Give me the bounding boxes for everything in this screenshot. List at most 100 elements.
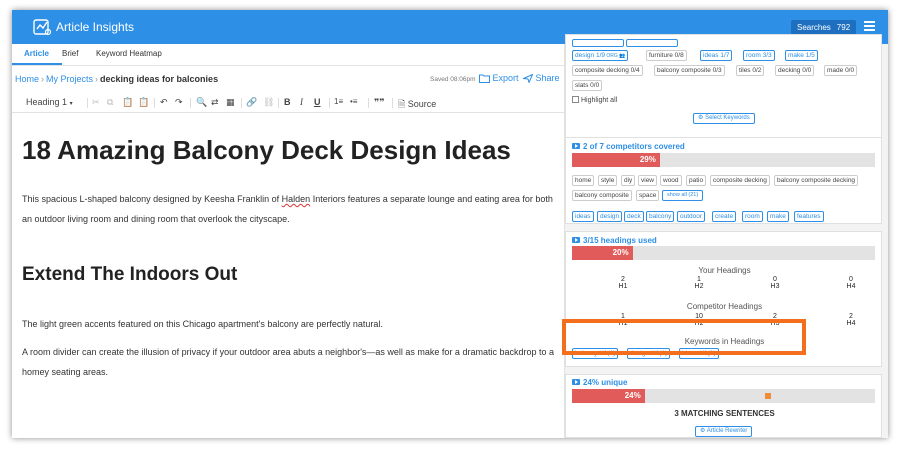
keyword-chip-cut[interactable] bbox=[572, 39, 624, 47]
article-heading-2[interactable]: Extend The Indoors Out bbox=[22, 264, 237, 286]
source-label: Source bbox=[407, 99, 437, 109]
keyword-chip[interactable]: ideas 1/7 bbox=[700, 50, 733, 61]
keyword-chip[interactable]: balcony composite 0/3 bbox=[654, 65, 725, 76]
underline-icon[interactable]: U bbox=[314, 97, 321, 107]
blockquote-icon[interactable]: ❞❞ bbox=[374, 97, 385, 108]
breadcrumb: Home › My Projects › decking ideas for balco… bbox=[15, 74, 219, 84]
export-button[interactable]: Export bbox=[479, 73, 519, 83]
term-chip[interactable]: view bbox=[638, 175, 658, 186]
term-chip[interactable]: home bbox=[572, 175, 595, 186]
keyword-chip[interactable]: balcony bbox=[646, 211, 675, 222]
bold-icon[interactable]: B bbox=[284, 97, 291, 107]
share-button[interactable]: Share bbox=[521, 73, 560, 84]
heading-count: 0 H4 bbox=[846, 276, 856, 290]
find-icon[interactable]: 🔍 bbox=[196, 97, 207, 108]
keyword-chip[interactable]: outdoor bbox=[677, 211, 706, 222]
bulleted-list-icon[interactable]: •≡ bbox=[350, 97, 357, 106]
play-icon bbox=[572, 237, 580, 243]
unlink-icon[interactable]: ⛓ bbox=[263, 97, 274, 108]
gear-icon: ⚙ bbox=[700, 428, 706, 434]
keyword-chip[interactable]: decking 0/0 bbox=[775, 65, 815, 76]
keyword-chip[interactable]: room 3/3 bbox=[743, 50, 775, 61]
heading-count: 2 H4 bbox=[846, 313, 856, 327]
keyword-chip[interactable]: design 1/9 ORG 👥 bbox=[572, 50, 629, 61]
term-chip[interactable]: style bbox=[598, 175, 618, 186]
headings-title: 3/15 headings used bbox=[572, 236, 657, 245]
saved-status: Saved 08:06pm bbox=[430, 76, 476, 83]
term-chip[interactable]: balcony composite bbox=[572, 190, 632, 201]
replace-icon[interactable]: ⇄ bbox=[211, 97, 219, 108]
keyword-chip-cut[interactable] bbox=[626, 39, 678, 47]
term-chip[interactable]: balcony composite decking bbox=[774, 175, 859, 186]
keyword-chip[interactable]: furniture 0/8 bbox=[646, 50, 687, 61]
competitors-progress-bar: 29% bbox=[572, 153, 875, 167]
uniqueness-title: 24% unique bbox=[572, 378, 627, 387]
tab-keyword-heatmap[interactable]: Keyword Heatmap bbox=[96, 49, 162, 58]
play-icon bbox=[572, 379, 580, 385]
source-button[interactable]: 🗎 Source bbox=[398, 97, 436, 113]
article-paragraph[interactable]: This spacious L-shaped balcony designed … bbox=[22, 189, 562, 229]
breadcrumb-home[interactable]: Home bbox=[15, 74, 39, 84]
keyword-chip[interactable]: make 1/5 bbox=[785, 50, 818, 61]
source-icon: 🗎 bbox=[398, 99, 406, 109]
term-chip[interactable]: composite decking bbox=[710, 175, 770, 186]
share-label: Share bbox=[535, 73, 560, 83]
keyword-chip[interactable]: features bbox=[794, 211, 824, 222]
paste-icon[interactable]: 📋 bbox=[122, 97, 133, 108]
uniqueness-progress-bar: 24% bbox=[572, 389, 875, 403]
article-editor[interactable]: 18 Amazing Balcony Deck Design Ideas Thi… bbox=[12, 114, 564, 438]
article-rewriter-button[interactable]: ⚙ Article Rewriter bbox=[695, 426, 753, 437]
uniqueness-card: 24% unique 24% 3 MATCHING SENTENCES ⚙ Ar… bbox=[565, 374, 882, 438]
paste-text-icon[interactable]: 📋 bbox=[138, 97, 149, 108]
export-label: Export bbox=[492, 73, 519, 83]
tab-article[interactable]: Article bbox=[24, 49, 49, 58]
keyword-chip[interactable]: tiles 0/2 bbox=[736, 65, 765, 76]
tab-brief[interactable]: Brief bbox=[62, 49, 78, 58]
article-paragraph[interactable]: A room divider can create the illusion o… bbox=[22, 342, 562, 382]
keyword-chip[interactable]: made 0/0 bbox=[824, 65, 858, 76]
heading-count: 1 H2 bbox=[694, 276, 704, 290]
progress-fill: 29% bbox=[572, 153, 660, 167]
folder-icon bbox=[479, 74, 490, 83]
show-all-terms-button[interactable]: show all (21) bbox=[662, 190, 704, 201]
keyword-chip[interactable]: make bbox=[767, 211, 789, 222]
competitor-headings-label: Competitor Headings bbox=[686, 302, 763, 311]
term-chip[interactable]: space bbox=[636, 190, 660, 201]
undo-icon[interactable]: ↶ bbox=[160, 97, 168, 108]
redo-icon[interactable]: ↷ bbox=[175, 97, 183, 108]
highlight-all-checkbox[interactable]: Highlight all bbox=[572, 96, 617, 104]
article-paragraph[interactable]: The light green accents featured on this… bbox=[22, 314, 562, 334]
hamburger-menu-icon[interactable] bbox=[864, 21, 875, 32]
matching-sentences: 3 MATCHING SENTENCES bbox=[674, 409, 775, 418]
term-chip[interactable]: wood bbox=[660, 175, 682, 186]
spelling-error[interactable]: Halden bbox=[282, 194, 311, 204]
link-icon[interactable]: 🔗 bbox=[246, 97, 257, 108]
article-heading-1[interactable]: 18 Amazing Balcony Deck Design Ideas bbox=[22, 135, 511, 166]
editor-tabs: Article Brief Keyword Heatmap bbox=[12, 44, 564, 66]
breadcrumb-projects[interactable]: My Projects bbox=[46, 74, 93, 84]
heading-select[interactable]: Heading 1 ▾ bbox=[26, 97, 73, 107]
keyword-chip[interactable]: room bbox=[742, 211, 763, 222]
copy-icon[interactable]: ⧉ bbox=[107, 97, 113, 108]
select-all-icon[interactable]: ▦ bbox=[226, 97, 235, 108]
term-chip[interactable]: patio bbox=[686, 175, 707, 186]
term-chip[interactable]: diy bbox=[621, 175, 636, 186]
insights-sidebar: design 1/9 ORG 👥 furniture 0/8 ideas 1/7… bbox=[565, 34, 888, 438]
keyword-chip[interactable]: slats 0/0 bbox=[572, 80, 603, 91]
cut-icon[interactable]: ✂ bbox=[92, 97, 100, 108]
keyword-chip[interactable]: composite decking 0/4 bbox=[572, 65, 643, 76]
active-tab-indicator bbox=[12, 63, 62, 65]
heading-select-value: Heading 1 bbox=[26, 97, 68, 107]
keyword-chip[interactable]: ideas bbox=[572, 211, 594, 222]
searches-label: Searches bbox=[797, 23, 831, 32]
keyword-chip[interactable]: deck bbox=[624, 211, 644, 222]
app-window: Article Insights Searches 792 Article Bri… bbox=[12, 10, 888, 438]
app-title: Article Insights bbox=[56, 20, 135, 34]
italic-icon[interactable]: I bbox=[300, 97, 303, 107]
progress-fill: 24% bbox=[572, 389, 645, 403]
keyword-chip[interactable]: design bbox=[597, 211, 623, 222]
select-keywords-button[interactable]: ⚙ Select Keywords bbox=[693, 113, 755, 124]
keyword-chip[interactable]: create bbox=[712, 211, 737, 222]
numbered-list-icon[interactable]: 1≡ bbox=[334, 97, 343, 106]
heading-count: 2 H1 bbox=[618, 276, 628, 290]
